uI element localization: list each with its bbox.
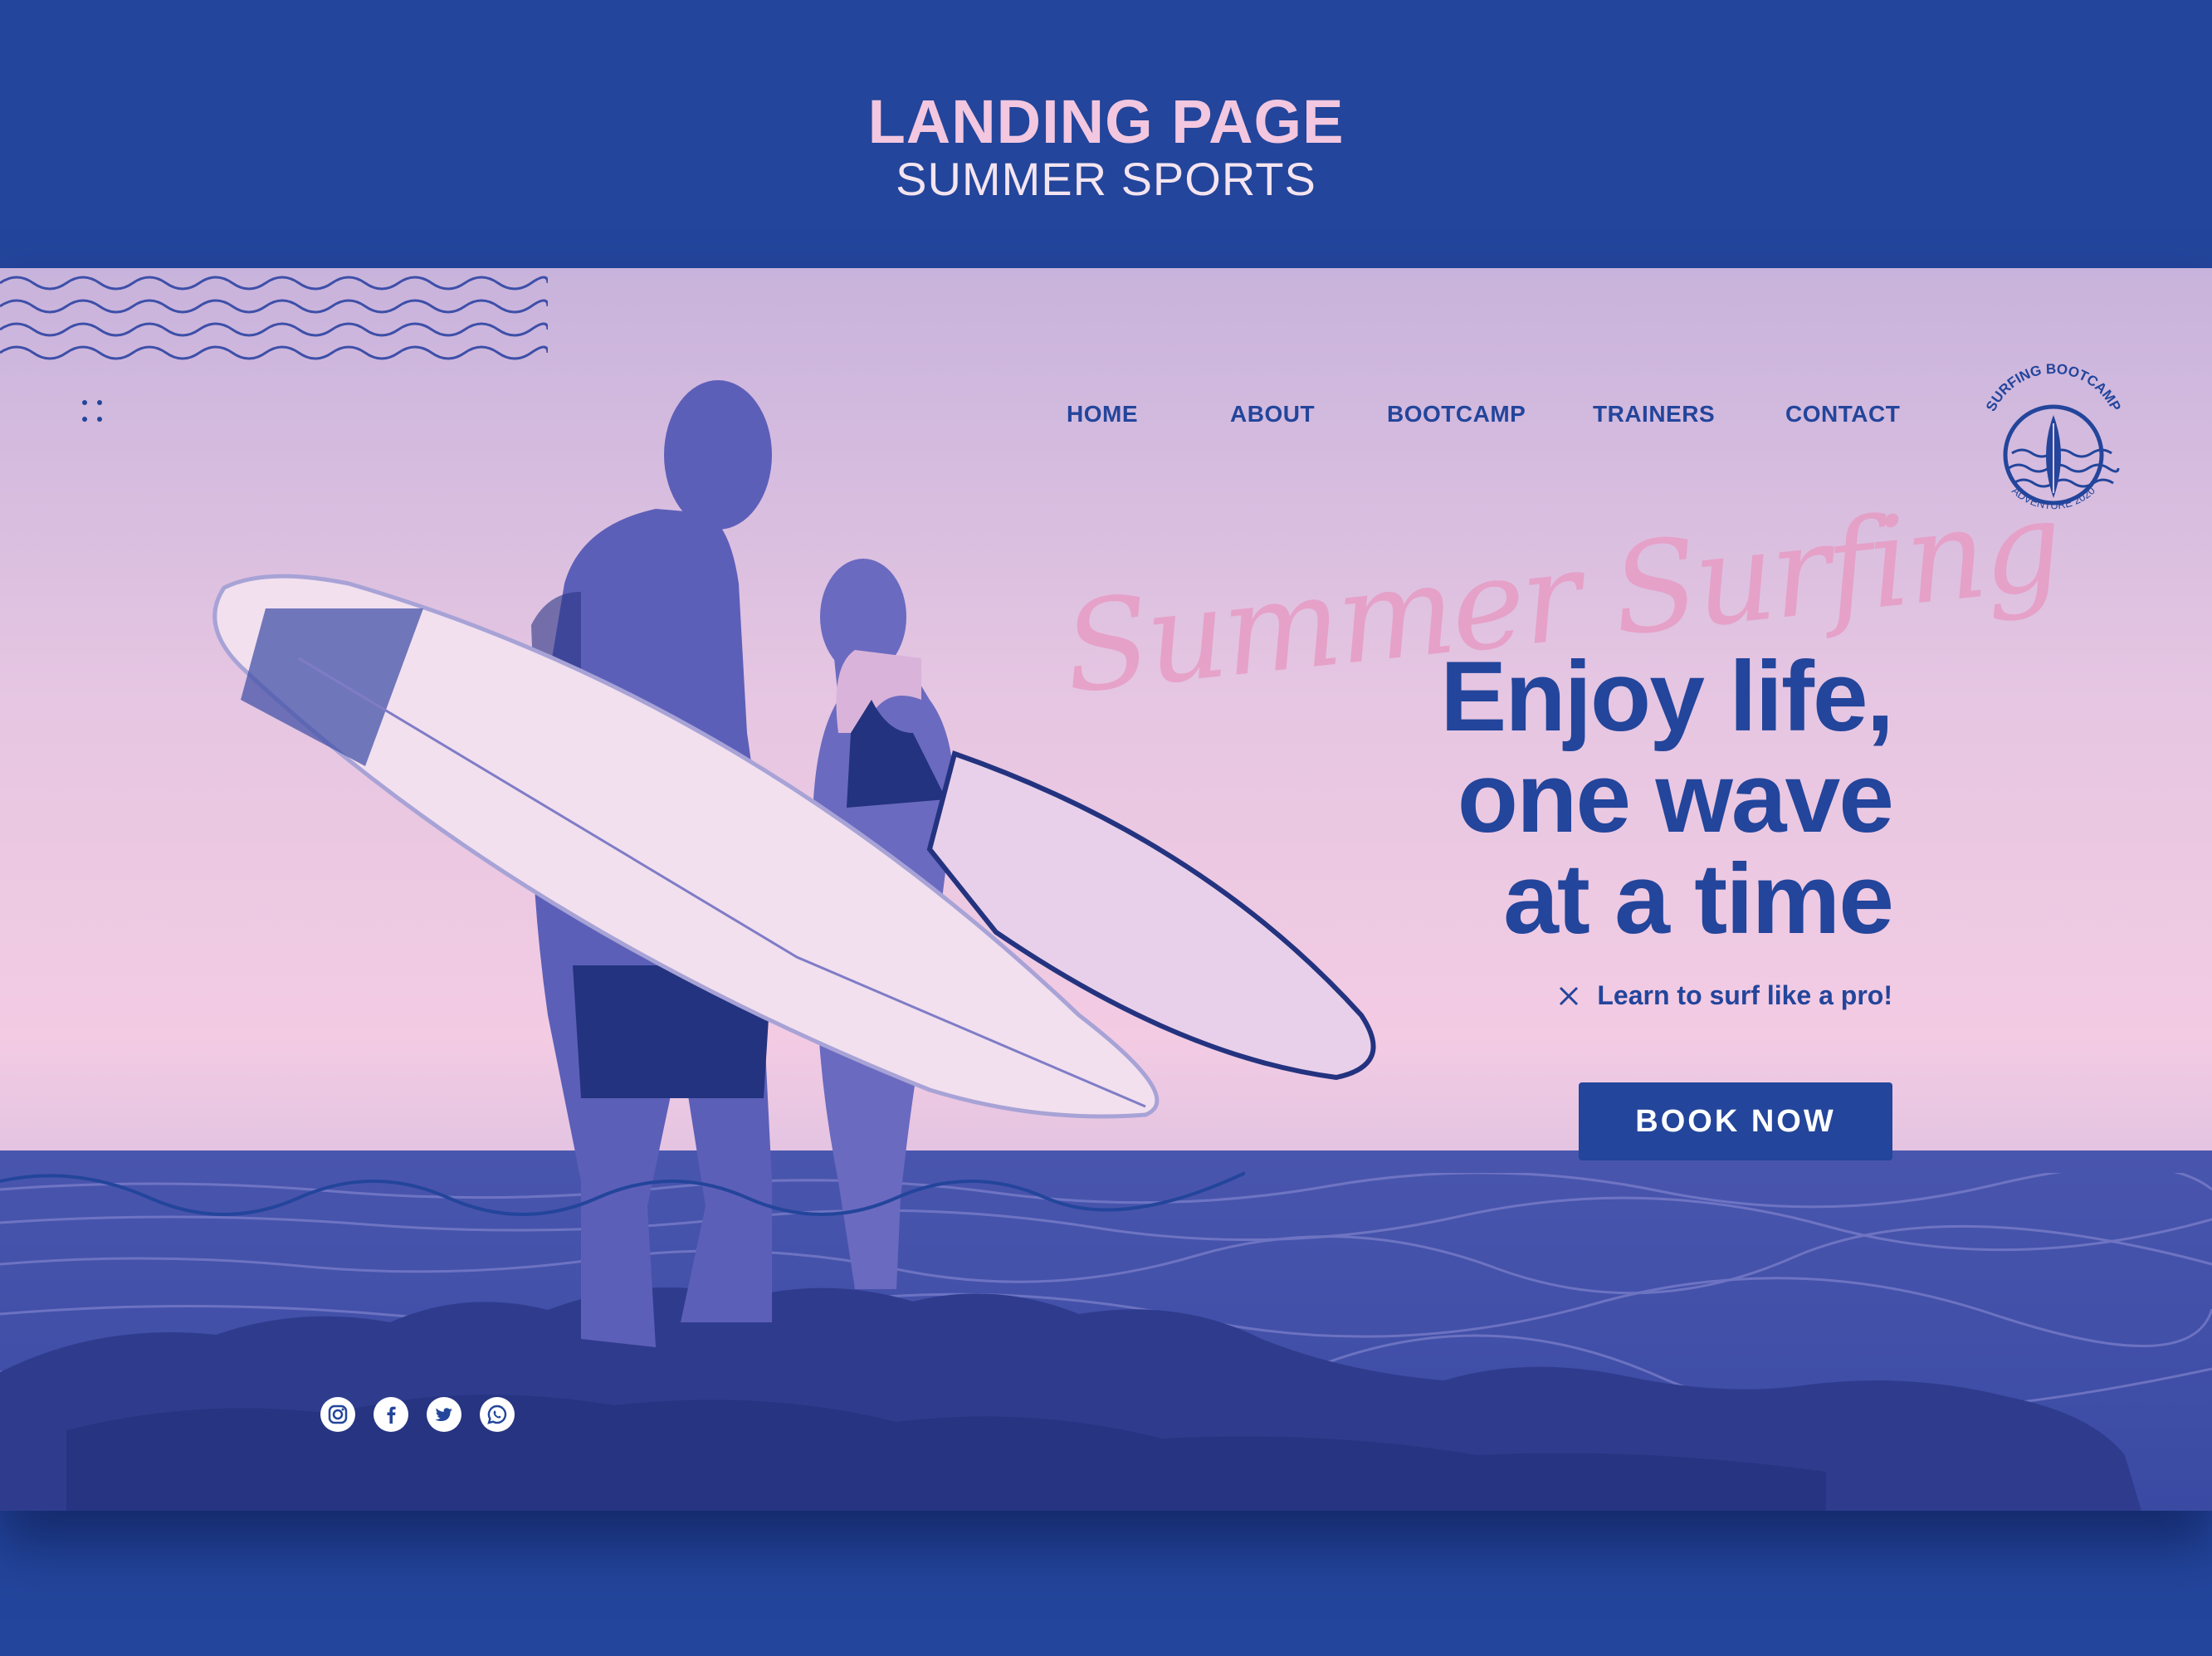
main-nav: HOME ABOUT BOOTCAMP TRAINERS CONTACT [0,401,2212,442]
headline-line-2: one wave [1457,742,1894,853]
social-links [320,1397,515,1432]
instagram-icon[interactable] [320,1397,355,1432]
book-now-button[interactable]: BOOK NOW [1579,1082,1892,1160]
twitter-icon[interactable] [427,1397,461,1432]
nav-bootcamp[interactable]: BOOTCAMP [1387,401,1526,427]
close-icon [1560,986,1579,1005]
headline-line-3: at a time [1503,843,1894,955]
hero-section: HOME ABOUT BOOTCAMP TRAINERS CONTACT SUR… [0,268,2212,1511]
headline-line-1: Enjoy life, [1440,641,1894,752]
tagline: Learn to surf like a pro! [1557,980,1892,1011]
hero-headline: Enjoy life, one wave at a time [1440,641,1894,955]
facebook-icon[interactable] [374,1397,408,1432]
nav-about[interactable]: ABOUT [1230,401,1315,427]
wave-pattern [0,276,548,360]
nav-contact[interactable]: CONTACT [1785,401,1900,427]
page-subtitle: SUMMER SPORTS [896,153,1316,205]
tagline-text: Learn to surf like a pro! [1597,980,1892,1010]
whatsapp-icon[interactable] [480,1397,515,1432]
nav-trainers[interactable]: TRAINERS [1593,401,1715,427]
page-title: LANDING PAGE [867,87,1345,156]
wave-line-decoration [0,1171,1245,1216]
nav-home[interactable]: HOME [1067,401,1138,427]
